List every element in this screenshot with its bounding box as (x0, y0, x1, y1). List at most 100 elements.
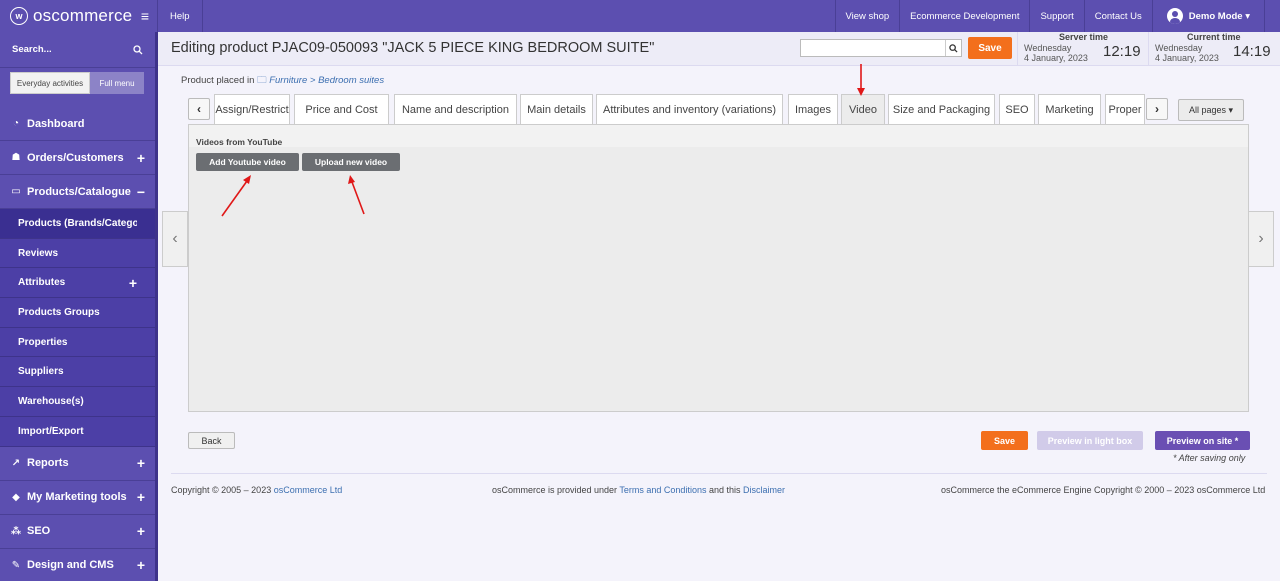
expand-plus-icon: + (136, 149, 145, 166)
sidebar-subitem-label: Products (Brands/Catego... (18, 217, 137, 229)
save-button[interactable]: Save (981, 431, 1028, 450)
user-name: Demo Mode ▾ (1188, 10, 1250, 22)
current-date-day: Wednesday (1155, 43, 1203, 53)
sidebar-item-orders[interactable]: ☗ Orders/Customers + (0, 141, 155, 175)
sidebar-subitem-reviews[interactable]: Reviews (0, 238, 155, 269)
user-menu[interactable]: Demo Mode ▾ (1151, 0, 1265, 32)
expand-plus-icon: + (128, 274, 137, 291)
tab-video[interactable]: Video (841, 94, 885, 124)
sidebar-subitem-label: Attributes (18, 277, 66, 289)
folder-icon: 🗀 (257, 75, 267, 86)
support-link[interactable]: Support (1029, 0, 1083, 32)
logo-text: oscommerce (33, 6, 133, 25)
server-date: Wednesday 4 January, 2023 (1024, 43, 1088, 63)
back-button[interactable]: Back (188, 432, 235, 449)
brush-icon: ✎ (11, 559, 21, 571)
tab-price-cost[interactable]: Price and Cost (294, 94, 389, 124)
sidebar-subitem-properties[interactable]: Properties (0, 327, 155, 358)
video-panel: Videos from YouTube Add Youtube video Up… (188, 124, 1249, 412)
videos-from-youtube-title: Videos from YouTube (196, 137, 283, 147)
dashboard-icon: ◔ (12, 118, 20, 129)
sidebar-subitem-label: Warehouse(s) (18, 395, 84, 407)
tabs-scroll-left-button[interactable]: ‹ (188, 98, 210, 120)
contact-us-link[interactable]: Contact Us (1083, 0, 1152, 32)
expand-plus-icon: + (136, 523, 145, 539)
server-date-value: 4 January, 2023 (1024, 53, 1088, 63)
sidebar-search[interactable]: Search... (0, 32, 155, 68)
logo-area[interactable]: w oscommerce ≡ (0, 0, 158, 32)
sidebar-item-design[interactable]: ✎ Design and CMS + (0, 549, 155, 581)
tab-seo[interactable]: SEO (999, 94, 1035, 124)
sidebar-subitem-products-brands[interactable]: Products (Brands/Catego... (0, 209, 155, 239)
footer-terms: osCommerce is provided under Terms and C… (492, 485, 785, 495)
tab-properties[interactable]: Proper (1105, 94, 1145, 124)
collapse-minus-icon: − (136, 183, 145, 200)
sidebar-item-reports[interactable]: ↗ Reports + (0, 447, 155, 481)
tab-main-details[interactable]: Main details (520, 94, 593, 124)
breadcrumb-subcategory[interactable]: Bedroom suites (318, 75, 384, 86)
tab-name-description[interactable]: Name and description (394, 94, 517, 124)
sidebar-subitem-attributes[interactable]: Attributes + (0, 268, 155, 299)
preview-on-site-button[interactable]: Preview on site * (1155, 431, 1250, 450)
tab-attributes-inventory[interactable]: Attributes and inventory (variations) (596, 94, 783, 124)
user-avatar-icon (1166, 8, 1183, 24)
previous-product-button[interactable]: ‹ (162, 211, 188, 267)
footer-engine: osCommerce the eCommerce Engine Copyrigh… (941, 485, 1266, 495)
sidebar-item-label: My Marketing tools (27, 491, 127, 503)
sidebar-subitem-warehouses[interactable]: Warehouse(s) (0, 387, 155, 417)
tabs-scroll-right-button[interactable]: › (1146, 98, 1168, 120)
sidebar-item-marketing[interactable]: ◆ My Marketing tools + (0, 481, 155, 515)
footer-and-text: and this (708, 485, 741, 495)
sidebar-subitem-products-groups[interactable]: Products Groups (0, 298, 155, 328)
after-saving-note: * After saving only (1173, 453, 1246, 463)
footer-provided-text: osCommerce is provided under (492, 485, 618, 495)
current-time: Current time Wednesday 4 January, 2023 1… (1148, 32, 1280, 66)
sidebar-item-products[interactable]: ▭ Products/Catalogue − (0, 175, 155, 209)
chevron-left-icon: ‹ (172, 230, 178, 247)
breadcrumb-label: Product placed in (181, 75, 255, 86)
tab-marketing[interactable]: Marketing (1038, 94, 1101, 124)
sidebar-subitem-suppliers[interactable]: Suppliers (0, 357, 155, 388)
disclaimer-link[interactable]: Disclaimer (743, 485, 785, 495)
current-time-label: Current time (1187, 32, 1241, 42)
breadcrumb-category[interactable]: Furniture (269, 75, 307, 86)
footer-divider (171, 473, 1267, 474)
view-shop-link[interactable]: View shop (834, 0, 900, 32)
sidebar-item-label: SEO (27, 525, 51, 537)
help-link[interactable]: Help (158, 0, 203, 32)
sidebar-subitem-label: Suppliers (18, 366, 64, 378)
preview-lightbox-button[interactable]: Preview in light box (1037, 431, 1143, 450)
all-pages-dropdown[interactable]: All pages ▾ (1178, 99, 1244, 121)
page-header: Editing product PJAC09-050093 "JACK 5 PI… (158, 32, 1280, 66)
tab-assign-restrict[interactable]: Assign/Restrict (214, 94, 290, 124)
search-icon[interactable] (945, 40, 961, 56)
server-date-day: Wednesday (1024, 43, 1072, 53)
server-time: Server time Wednesday 4 January, 2023 12… (1017, 32, 1148, 66)
full-menu-toggle[interactable]: Full menu (90, 72, 144, 94)
sidebar-item-seo[interactable]: ⁂ SEO + (0, 515, 155, 549)
header-save-button[interactable]: Save (968, 37, 1012, 59)
terms-link[interactable]: Terms and Conditions (619, 485, 706, 495)
menu-mode-switch: Everyday activities Full menu (0, 72, 155, 94)
top-right-links: View shop Ecommerce Development Support … (834, 0, 1280, 32)
expand-plus-icon: + (136, 455, 145, 471)
add-youtube-video-button[interactable]: Add Youtube video (196, 153, 299, 171)
footer-company-link[interactable]: osCommerce Ltd (274, 485, 343, 495)
sidebar-item-dashboard[interactable]: ◔ Dashboard (0, 107, 155, 141)
sidebar-item-label: Dashboard (27, 117, 85, 130)
sidebar-subitem-import-export[interactable]: Import/Export (0, 416, 155, 447)
sidebar-menu: ◔ Dashboard ☗ Orders/Customers + ▭ Produ… (0, 107, 155, 581)
header-search-input[interactable] (801, 40, 945, 56)
everyday-activities-toggle[interactable]: Everyday activities (10, 72, 90, 94)
next-product-button[interactable]: › (1248, 211, 1274, 267)
expand-plus-icon: + (136, 489, 145, 505)
folder-icon: ▭ (11, 186, 21, 197)
upload-new-video-button[interactable]: Upload new video (302, 153, 400, 171)
tab-images[interactable]: Images (788, 94, 838, 124)
ecommerce-development-link[interactable]: Ecommerce Development (899, 0, 1029, 32)
tab-size-packaging[interactable]: Size and Packaging (888, 94, 995, 124)
current-date-value: 4 January, 2023 (1155, 53, 1219, 63)
sidebar-subitem-label: Reviews (18, 247, 59, 259)
hamburger-menu-icon[interactable]: ≡ (141, 8, 149, 24)
current-clock: 14:19 (1233, 43, 1271, 60)
